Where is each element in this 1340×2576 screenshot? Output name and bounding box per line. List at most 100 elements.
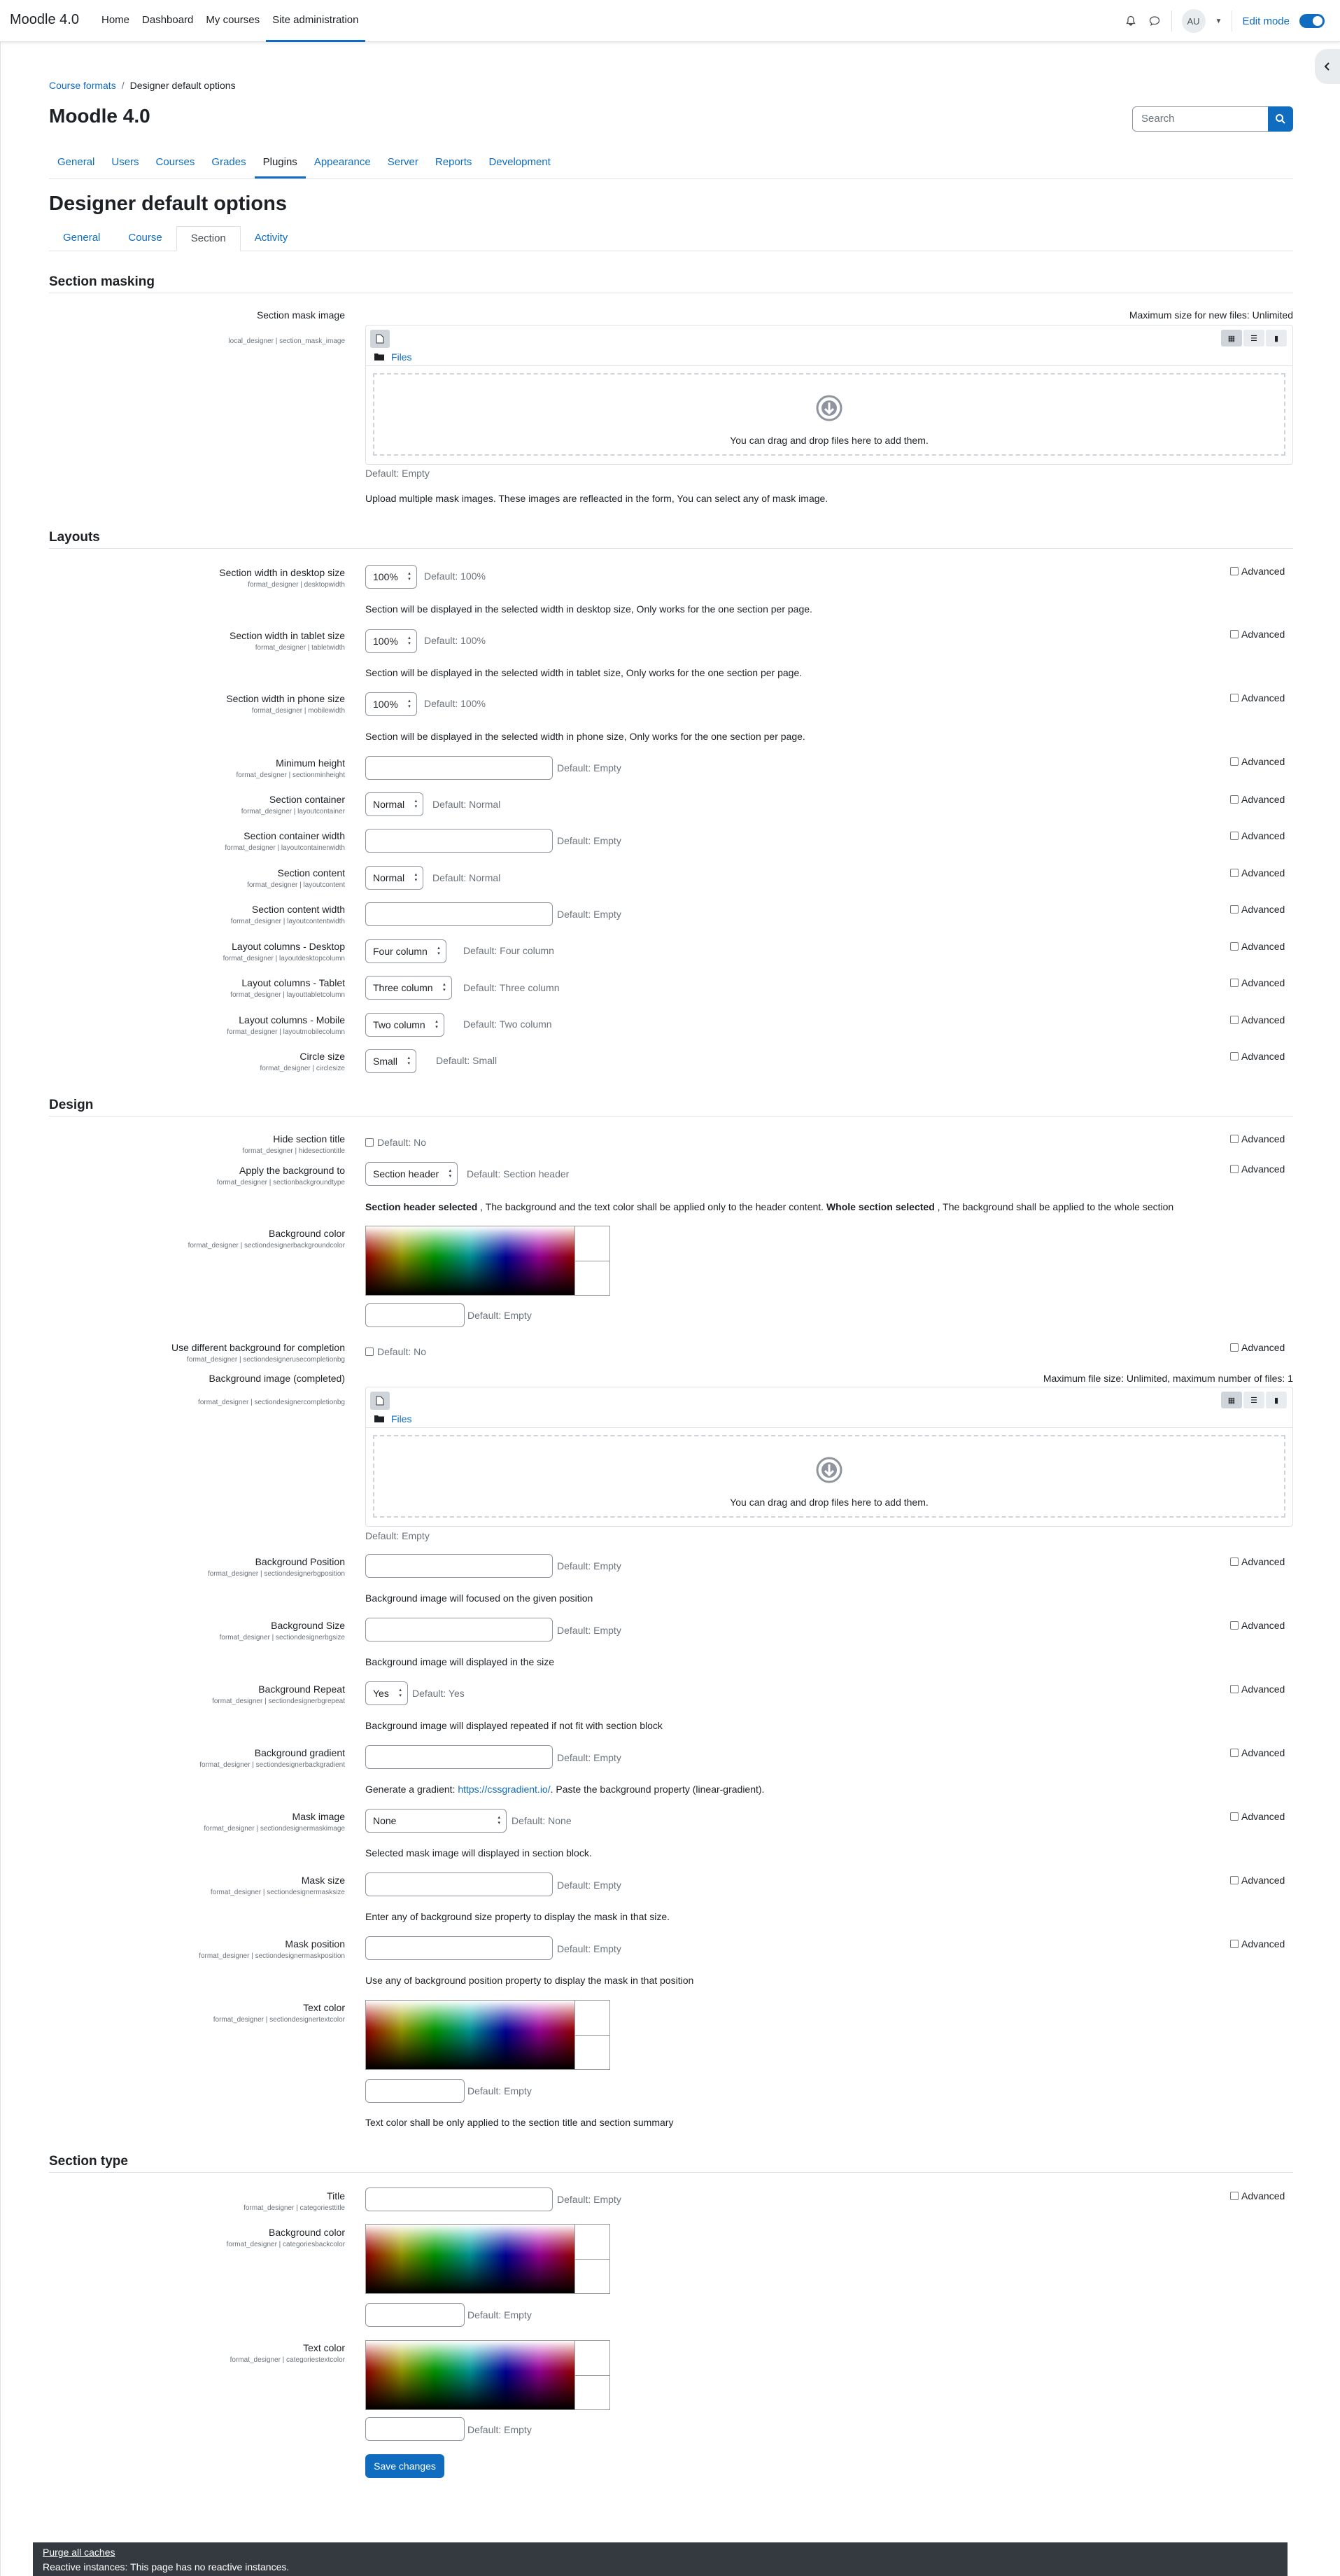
tab-appearance[interactable]: Appearance (306, 147, 379, 178)
section-type-bg-color-input[interactable] (365, 2303, 465, 2327)
hide-section-title-checkbox[interactable]: Default: No (365, 1137, 426, 1148)
section-container-select[interactable]: Normal (365, 792, 424, 816)
checkbox-icon[interactable] (1230, 1876, 1239, 1884)
advanced-checkbox[interactable]: Advanced (1230, 1620, 1285, 1631)
checkbox-icon[interactable] (1230, 567, 1239, 575)
apply-background-select[interactable]: Section header (365, 1162, 458, 1186)
advanced-checkbox[interactable]: Advanced (1230, 1938, 1285, 1949)
add-file-button[interactable] (370, 330, 390, 348)
checkbox-icon[interactable] (1230, 1621, 1239, 1630)
advanced-checkbox[interactable]: Advanced (1230, 1811, 1285, 1822)
admin-search-input[interactable]: Search (1132, 106, 1272, 132)
checkbox-icon[interactable] (1230, 757, 1239, 766)
breadcrumb-course-formats[interactable]: Course formats (49, 80, 116, 91)
grid-view-icon[interactable]: ▦ (1221, 330, 1242, 346)
file-drop-zone[interactable]: You can drag and drop files here to add … (373, 373, 1285, 456)
subtab-course[interactable]: Course (114, 226, 176, 251)
checkbox-icon[interactable] (1230, 979, 1239, 987)
advanced-checkbox[interactable]: Advanced (1230, 1051, 1285, 1062)
messages-icon[interactable] (1148, 14, 1162, 28)
color-spectrum[interactable] (365, 2340, 575, 2410)
advanced-checkbox[interactable]: Advanced (1230, 2190, 1285, 2202)
subtab-section[interactable]: Section (176, 226, 241, 251)
color-spectrum[interactable] (365, 2000, 575, 2070)
subtab-activity[interactable]: Activity (241, 226, 302, 251)
section-content-select[interactable]: Normal (365, 866, 424, 890)
checkbox-icon[interactable] (1230, 1558, 1239, 1566)
folder-view-icon[interactable]: ▮ (1266, 330, 1287, 346)
layout-columns-mobile-select[interactable]: Two column (365, 1013, 444, 1037)
cssgradient-link[interactable]: https://cssgradient.io/ (458, 1784, 550, 1795)
text-color-picker[interactable] (365, 2000, 610, 2070)
files-folder-link[interactable]: Files (391, 1413, 412, 1424)
checkbox-icon[interactable] (1230, 905, 1239, 913)
phone-width-select[interactable]: 100% (365, 692, 417, 716)
list-view-icon[interactable]: ☰ (1243, 330, 1264, 346)
checkbox-icon[interactable] (1230, 1016, 1239, 1024)
use-completion-bg-checkbox[interactable]: Default: No (365, 1346, 426, 1357)
search-button[interactable] (1268, 106, 1293, 132)
advanced-checkbox[interactable]: Advanced (1230, 1556, 1285, 1567)
checkbox-icon[interactable] (1230, 869, 1239, 877)
section-content-width-input[interactable] (365, 902, 553, 926)
mask-size-input[interactable] (365, 1872, 553, 1896)
nav-site-administration[interactable]: Site administration (266, 0, 365, 42)
color-spectrum[interactable] (365, 2224, 575, 2294)
advanced-checkbox[interactable]: Advanced (1230, 1684, 1285, 1695)
background-repeat-select[interactable]: Yes (365, 1681, 408, 1705)
mask-position-input[interactable] (365, 1936, 553, 1960)
checkbox-icon[interactable] (365, 1138, 374, 1147)
advanced-checkbox[interactable]: Advanced (1230, 1133, 1285, 1144)
advanced-checkbox[interactable]: Advanced (1230, 977, 1285, 988)
open-block-drawer-button[interactable] (1315, 49, 1340, 84)
desktop-width-select[interactable]: 100% (365, 565, 417, 589)
checkbox-icon[interactable] (1230, 942, 1239, 951)
tab-reports[interactable]: Reports (427, 147, 481, 178)
section-type-title-input[interactable] (365, 2188, 553, 2211)
save-changes-button[interactable]: Save changes (365, 2454, 444, 2478)
subtab-general[interactable]: General (49, 226, 114, 251)
advanced-checkbox[interactable]: Advanced (1230, 566, 1285, 577)
checkbox-icon[interactable] (1230, 1812, 1239, 1821)
checkbox-icon[interactable] (1230, 795, 1239, 804)
folder-view-icon[interactable]: ▮ (1266, 1392, 1287, 1408)
tab-plugins[interactable]: Plugins (254, 147, 306, 178)
tab-server[interactable]: Server (379, 147, 427, 178)
section-container-width-input[interactable] (365, 829, 553, 853)
user-menu-caret-icon[interactable]: ▼ (1215, 18, 1222, 25)
advanced-checkbox[interactable]: Advanced (1230, 756, 1285, 767)
advanced-checkbox[interactable]: Advanced (1230, 1342, 1285, 1353)
checkbox-icon[interactable] (365, 1348, 374, 1356)
bell-icon[interactable] (1124, 14, 1138, 28)
tab-grades[interactable]: Grades (203, 147, 254, 178)
tab-general[interactable]: General (49, 147, 103, 178)
background-size-input[interactable] (365, 1618, 553, 1642)
checkbox-icon[interactable] (1230, 1940, 1239, 1948)
tab-users[interactable]: Users (103, 147, 147, 178)
mask-image-select[interactable]: None (365, 1809, 507, 1833)
advanced-checkbox[interactable]: Advanced (1230, 867, 1285, 878)
advanced-checkbox[interactable]: Advanced (1230, 1747, 1285, 1758)
background-gradient-input[interactable] (365, 1745, 553, 1769)
purge-caches-link[interactable]: Purge all caches (43, 2545, 1278, 2559)
add-file-button[interactable] (370, 1392, 390, 1410)
background-position-input[interactable] (365, 1554, 553, 1578)
checkbox-icon[interactable] (1230, 1165, 1239, 1173)
nav-my-courses[interactable]: My courses (199, 0, 266, 42)
background-color-input[interactable] (365, 1303, 465, 1327)
checkbox-icon[interactable] (1230, 694, 1239, 702)
advanced-checkbox[interactable]: Advanced (1230, 794, 1285, 805)
minimum-height-input[interactable] (365, 756, 553, 780)
advanced-checkbox[interactable]: Advanced (1230, 692, 1285, 704)
color-spectrum[interactable] (365, 1226, 575, 1296)
advanced-checkbox[interactable]: Advanced (1230, 1875, 1285, 1886)
nav-dashboard[interactable]: Dashboard (136, 0, 199, 42)
background-color-picker[interactable] (365, 1226, 610, 1296)
checkbox-icon[interactable] (1230, 1749, 1239, 1757)
files-folder-link[interactable]: Files (391, 351, 412, 363)
checkbox-icon[interactable] (1230, 1685, 1239, 1693)
circle-size-select[interactable]: Small (365, 1049, 417, 1073)
brand-logo[interactable]: Moodle 4.0 (10, 12, 79, 28)
checkbox-icon[interactable] (1230, 1343, 1239, 1352)
checkbox-icon[interactable] (1230, 1135, 1239, 1143)
